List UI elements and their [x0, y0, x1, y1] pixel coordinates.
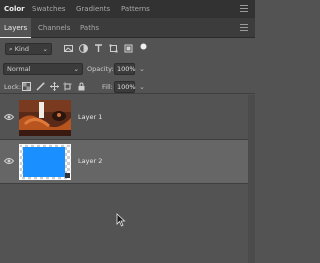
mouse-cursor-icon: [116, 213, 126, 227]
smart-object-filter-icon[interactable]: [124, 44, 133, 53]
lock-image-pixels-icon[interactable]: [36, 82, 45, 91]
shape-layer-filter-icon[interactable]: [109, 44, 118, 53]
blend-mode-select[interactable]: Normal ⌄: [3, 63, 83, 75]
opacity-input[interactable]: 100%: [114, 63, 136, 75]
top-panel-tabs: Color Swatches Gradients Patterns: [0, 0, 255, 18]
pixel-layer-filter-icon[interactable]: [64, 44, 73, 53]
lock-row: Lock: Fill: 100% ⌄: [0, 80, 255, 94]
lock-label: Lock:: [4, 83, 22, 91]
layer-filter-row: ⌕ Kind ⌄: [0, 39, 255, 59]
type-layer-filter-icon[interactable]: [94, 44, 103, 53]
tab-swatches[interactable]: Swatches: [32, 0, 65, 18]
blend-row: Normal ⌄ Opacity: 100% ⌄: [0, 61, 255, 77]
layer-name: Layer 1: [78, 113, 103, 121]
layer-row-selected[interactable]: Layer 2: [0, 140, 248, 184]
tab-patterns[interactable]: Patterns: [121, 0, 150, 18]
layers-panel-tabs: Layers Channels Paths: [0, 18, 255, 38]
tab-gradients[interactable]: Gradients: [76, 0, 110, 18]
opacity-label: Opacity:: [87, 65, 114, 73]
lock-all-icon[interactable]: [77, 82, 86, 91]
layer-row[interactable]: Layer 1: [0, 96, 248, 140]
tab-color[interactable]: Color: [4, 0, 25, 18]
fill-label: Fill:: [102, 83, 113, 91]
lock-transparent-pixels-icon[interactable]: [22, 82, 31, 91]
filter-toggle-icon[interactable]: [139, 42, 148, 51]
layer-thumbnail: [19, 144, 71, 180]
fill-chevron-icon[interactable]: ⌄: [139, 81, 145, 93]
chevron-down-icon: ⌄: [73, 65, 79, 73]
tab-paths[interactable]: Paths: [76, 18, 103, 38]
layers-panel-menu-icon[interactable]: [240, 24, 248, 33]
panel-menu-icon[interactable]: [240, 5, 248, 14]
lock-artboard-icon[interactable]: [63, 82, 72, 91]
lock-position-icon[interactable]: [50, 82, 59, 91]
opacity-chevron-icon[interactable]: ⌄: [139, 63, 145, 75]
eye-icon[interactable]: [4, 157, 14, 165]
filter-kind-label: Kind: [14, 45, 30, 53]
tab-layers[interactable]: Layers: [0, 18, 32, 38]
search-icon: ⌕: [9, 45, 13, 53]
eye-icon[interactable]: [4, 113, 14, 121]
layer-name: Layer 2: [78, 157, 103, 165]
blend-mode-value: Normal: [7, 65, 31, 73]
adjustment-layer-filter-icon[interactable]: [79, 44, 88, 53]
tab-channels[interactable]: Channels: [34, 18, 74, 38]
fill-input[interactable]: 100%: [114, 81, 136, 93]
layers-scrollbar[interactable]: [248, 95, 255, 263]
layer-thumbnail: [19, 100, 71, 136]
chevron-down-icon: ⌄: [42, 45, 48, 53]
filter-kind-select[interactable]: ⌕ Kind ⌄: [5, 43, 52, 55]
